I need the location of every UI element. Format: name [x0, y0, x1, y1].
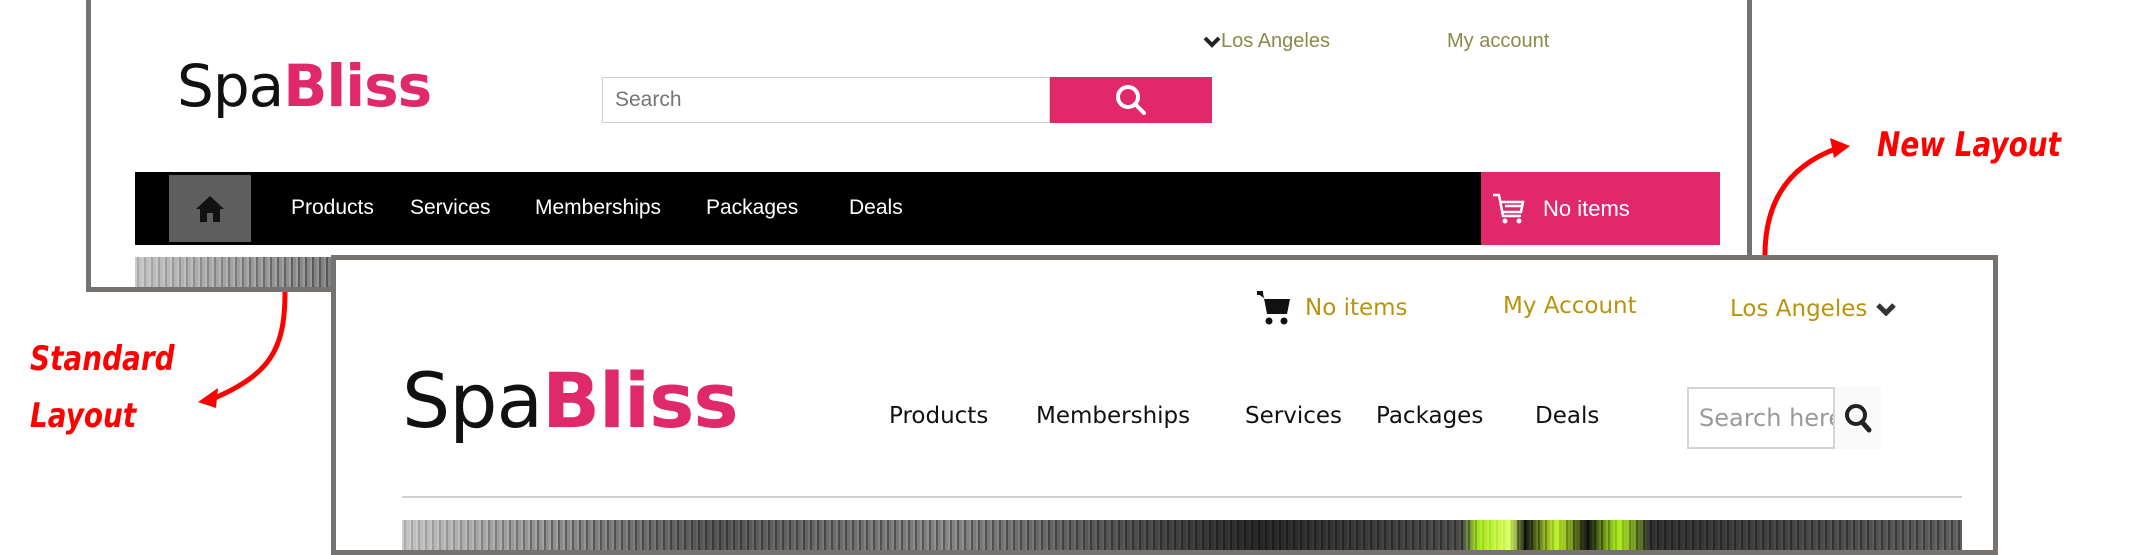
cart-link[interactable]: No items — [1255, 290, 1408, 326]
main-nav-bar: Products Services Memberships Packages D… — [135, 172, 1720, 245]
logo[interactable]: SpaBliss — [402, 356, 739, 445]
logo-part-bliss: Bliss — [542, 356, 739, 445]
search-input[interactable]: Search here.. — [1687, 387, 1835, 449]
cart-label: No items — [1543, 195, 1630, 221]
cart-icon — [1493, 193, 1525, 223]
header-divider — [402, 496, 1962, 498]
location-selector[interactable]: Los Angeles — [1203, 30, 1330, 53]
standard-layout-window: SpaBliss Los Angeles My account Products… — [86, 0, 1752, 292]
home-button[interactable] — [169, 175, 251, 242]
hero-image — [402, 520, 1962, 550]
cart-button[interactable]: No items — [1481, 172, 1720, 245]
nav-services[interactable]: Services — [1245, 403, 1342, 429]
nav-products[interactable]: Products — [889, 403, 988, 429]
logo[interactable]: SpaBliss — [177, 52, 432, 120]
standard-arrowhead-icon — [198, 388, 218, 408]
search-icon — [1116, 85, 1146, 115]
my-account-link[interactable]: My account — [1447, 30, 1549, 53]
search-button[interactable] — [1835, 387, 1881, 449]
cart-icon — [1257, 291, 1290, 325]
standard-label-line2: Layout — [30, 395, 137, 436]
cart-label: No items — [1305, 295, 1408, 321]
new-arrow-icon — [1762, 145, 1839, 256]
location-link[interactable]: Los Angeles — [1730, 296, 1867, 322]
standard-label-line1: Standard — [30, 339, 175, 379]
chevron-down-icon — [1876, 303, 1897, 316]
logo-part-spa: Spa — [177, 52, 284, 120]
nav-memberships[interactable]: Memberships — [535, 196, 661, 220]
logo-part-spa: Spa — [402, 356, 543, 445]
location-selector[interactable]: Los Angeles — [1730, 296, 1897, 322]
new-layout-annotation: New Layout — [1877, 125, 2061, 165]
search-icon — [1845, 404, 1872, 433]
nav-products[interactable]: Products — [291, 196, 374, 220]
nav-deals[interactable]: Deals — [1535, 403, 1599, 429]
new-layout-window: No items My Account Los Angeles SpaBliss… — [331, 255, 1998, 555]
logo-part-bliss: Bliss — [283, 52, 432, 120]
standard-layout-annotation: Standard Layout — [30, 338, 175, 437]
search-input[interactable] — [602, 77, 1050, 123]
nav-packages[interactable]: Packages — [1376, 403, 1483, 429]
home-icon — [196, 195, 224, 222]
location-link[interactable]: Los Angeles — [1221, 30, 1330, 53]
nav-memberships[interactable]: Memberships — [1036, 403, 1190, 429]
nav-packages[interactable]: Packages — [706, 196, 798, 220]
my-account-link[interactable]: My Account — [1503, 293, 1637, 319]
nav-deals[interactable]: Deals — [849, 196, 903, 220]
search-button[interactable] — [1050, 77, 1212, 123]
standard-arrow-icon — [209, 291, 288, 403]
chevron-down-icon — [1203, 36, 1221, 48]
nav-services[interactable]: Services — [410, 196, 491, 220]
new-arrowhead-icon — [1830, 138, 1850, 158]
